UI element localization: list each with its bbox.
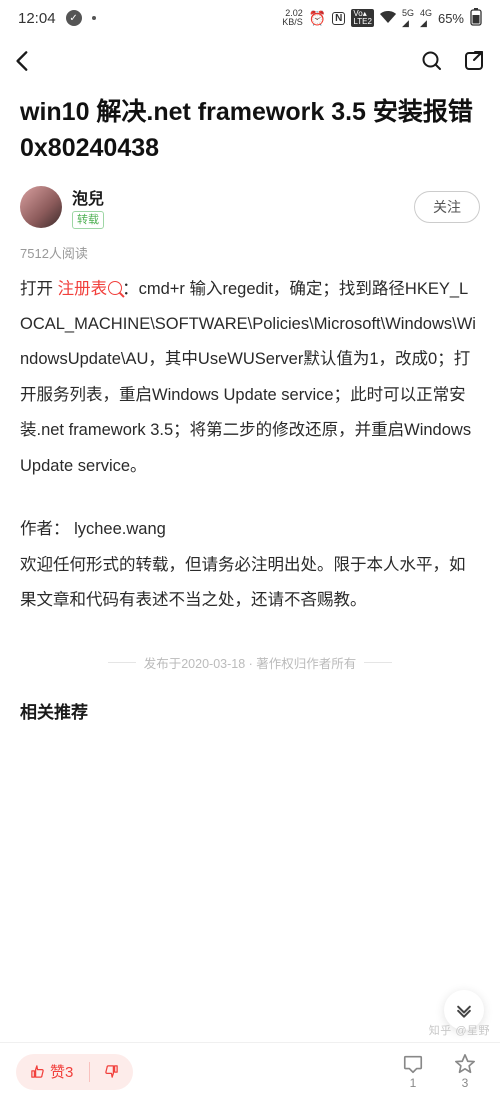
body-footer: 欢迎任何形式的转载，但请务必注明出处。限于本人水平，如果文章和代码有表述不当之处… bbox=[20, 556, 466, 609]
status-time: 12:04 bbox=[18, 10, 56, 27]
article-content: win10 解决.net framework 3.5 安装报错 0x802404… bbox=[0, 86, 500, 723]
alarm-icon: ⏰ bbox=[309, 10, 326, 27]
publish-info: 发布于2020-03-18 · 著作权归作者所有 bbox=[20, 653, 480, 672]
body-author-line: 作者： lychee.wang bbox=[20, 512, 480, 547]
author-avatar[interactable] bbox=[20, 186, 62, 228]
article-title: win10 解决.net framework 3.5 安装报错 0x802404… bbox=[20, 94, 480, 167]
related-heading: 相关推荐 bbox=[20, 698, 480, 723]
body-main: ：cmd+r 输入regedit，确定；找到路径HKEY_LOCAL_MACHI… bbox=[20, 280, 476, 475]
nav-bar bbox=[0, 36, 500, 86]
follow-button[interactable]: 关注 bbox=[414, 191, 480, 223]
upvote-label: 赞3 bbox=[50, 1061, 73, 1082]
signal-5g-icon: 5G◢ bbox=[402, 8, 414, 29]
author-row: 泡兒 转载 关注 bbox=[20, 185, 480, 229]
volte-icon: Vo▴LTE2 bbox=[351, 9, 374, 27]
downvote-button[interactable] bbox=[90, 1054, 133, 1090]
network-speed: 2.02KB/S bbox=[282, 9, 303, 27]
search-inline-icon bbox=[108, 281, 122, 295]
author-name[interactable]: 泡兒 bbox=[72, 185, 104, 209]
upvote-button[interactable]: 赞3 bbox=[16, 1054, 89, 1090]
status-bar: 12:04 ✓ 2.02KB/S ⏰ N Vo▴LTE2 5G◢ 4G◢ 65% bbox=[0, 0, 500, 36]
battery-percent: 65% bbox=[438, 11, 464, 26]
body-prefix: 打开 bbox=[20, 280, 58, 298]
nfc-icon: N bbox=[332, 12, 345, 25]
back-button[interactable] bbox=[10, 48, 36, 74]
repost-tag: 转载 bbox=[72, 211, 104, 229]
highlight-link[interactable]: 注册表 bbox=[58, 280, 123, 298]
status-app-icon: ✓ bbox=[66, 10, 82, 26]
comment-button[interactable]: 1 bbox=[394, 1053, 432, 1090]
favorite-button[interactable]: 3 bbox=[446, 1053, 484, 1090]
article-body: 打开 注册表：cmd+r 输入regedit，确定；找到路径HKEY_LOCAL… bbox=[20, 272, 480, 619]
status-dot bbox=[92, 16, 96, 20]
read-count: 7512人阅读 bbox=[20, 243, 480, 262]
bottom-bar: 赞3 1 3 bbox=[0, 1042, 500, 1100]
signal-4g-icon: 4G◢ bbox=[420, 8, 432, 29]
vote-pill: 赞3 bbox=[16, 1054, 133, 1090]
search-button[interactable] bbox=[420, 49, 444, 73]
watermark: 知乎 @星野 bbox=[429, 1022, 490, 1038]
share-button[interactable] bbox=[462, 49, 486, 73]
comment-count: 1 bbox=[410, 1076, 417, 1090]
bottom-fade bbox=[0, 978, 500, 1048]
battery-icon bbox=[470, 8, 482, 29]
favorite-count: 3 bbox=[462, 1076, 469, 1090]
wifi-icon bbox=[380, 10, 396, 26]
